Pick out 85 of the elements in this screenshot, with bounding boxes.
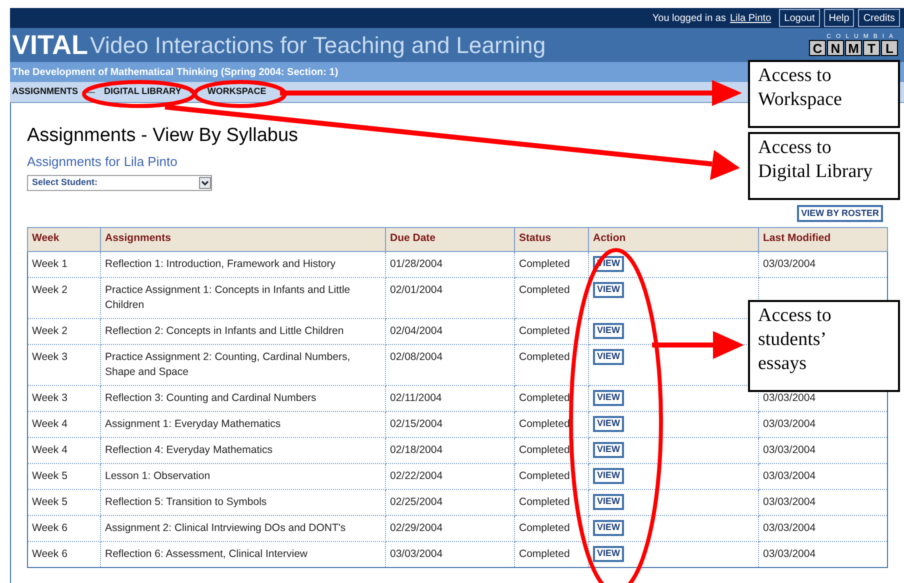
table-cell: Completed: [514, 437, 588, 463]
callout-text: Access to: [758, 64, 832, 88]
student-select[interactable]: Select Student:: [27, 174, 212, 190]
table-cell: Week 3: [28, 344, 100, 385]
view-button[interactable]: VIEW: [593, 348, 624, 364]
table-cell: 03/03/2004: [763, 548, 816, 560]
view-button[interactable]: VIEW: [593, 442, 624, 458]
table-cell: 03/03/2004: [763, 258, 816, 270]
view-button[interactable]: VIEW: [593, 322, 624, 338]
view-by-roster-button[interactable]: VIEW BY ROSTER: [797, 204, 883, 222]
view-button[interactable]: VIEW: [593, 468, 624, 484]
top-bar-button[interactable]: Help: [824, 9, 854, 27]
table-cell: Week 6: [28, 515, 100, 541]
table-cell: 02/11/2004: [386, 385, 514, 411]
table-cell: Week 1: [28, 251, 100, 277]
view-button[interactable]: VIEW: [593, 494, 624, 510]
table-cell: 03/03/2004: [763, 470, 816, 482]
view-button[interactable]: VIEW: [593, 282, 624, 298]
table-cell: Completed: [514, 463, 588, 489]
table-cell: Reflection 1: Introduction, Framework and History: [100, 251, 386, 277]
table-cell: Week 2: [28, 318, 100, 344]
table-cell: Practice Assignment 1: Concepts in Infants and Little Children: [100, 277, 386, 318]
table-cell: Lesson 1: Observation: [100, 463, 386, 489]
table-cell: Completed: [514, 385, 588, 411]
nav-link[interactable]: WORKSPACE: [207, 85, 266, 99]
table-cell: 03/03/2004: [763, 496, 816, 508]
table-cell: Completed: [514, 489, 588, 515]
table-cell: Week 5: [28, 489, 100, 515]
table-cell: Reflection 4: Everyday Mathematics: [100, 437, 386, 463]
table-cell: Week 4: [28, 437, 100, 463]
page-title: Assignments - View By Syllabus: [27, 124, 298, 148]
table-cell: 02/04/2004: [386, 318, 514, 344]
table-cell: Practice Assignment 2: Counting, Cardinal Numbers, Shape and Space: [100, 344, 386, 385]
table-cell: 03/03/2004: [763, 444, 816, 456]
table-cell: 02/22/2004: [386, 463, 514, 489]
table-cell: 01/28/2004: [386, 251, 514, 277]
nav-link[interactable]: ASSIGNMENTS: [12, 85, 78, 99]
table-cell: 02/01/2004: [386, 277, 514, 318]
table-cell: 02/08/2004: [386, 344, 514, 385]
column-header: Action: [588, 227, 758, 251]
table-cell: 03/03/2004: [763, 418, 816, 430]
view-button[interactable]: VIEW: [593, 390, 624, 406]
table-cell: Completed: [514, 318, 588, 344]
table-cell: Week 2: [28, 277, 100, 318]
column-header: Assignments: [100, 227, 386, 251]
table-cell: 03/03/2004: [763, 392, 816, 404]
column-header: Week: [28, 227, 100, 251]
callout-text: Digital Library: [758, 160, 872, 184]
table-cell: Completed: [514, 251, 588, 277]
user-link[interactable]: Lila Pinto: [730, 10, 772, 26]
tagline: Video Interactions for Teaching and Learning: [90, 34, 546, 56]
table-cell: Assignment 2: Clinical Intrviewing DOs and DONT's: [100, 515, 386, 541]
table-cell: Week 3: [28, 385, 100, 411]
column-header: Due Date: [386, 227, 514, 251]
callout-text: students’: [758, 328, 827, 352]
view-button[interactable]: VIEW: [593, 416, 624, 432]
table-cell: Assignment 1: Everyday Mathematics: [100, 411, 386, 437]
table-cell: Reflection 2: Concepts in Infants and Little Children: [100, 318, 386, 344]
brand-name: VITAL: [12, 32, 88, 58]
table-cell: Week 5: [28, 463, 100, 489]
nav-link[interactable]: DIGITAL LIBRARY: [104, 85, 182, 99]
table-cell: 02/18/2004: [386, 437, 514, 463]
table-cell: 02/25/2004: [386, 489, 514, 515]
table-cell: Week 4: [28, 411, 100, 437]
view-button[interactable]: VIEW: [593, 546, 624, 562]
top-bar-button[interactable]: Credits: [858, 9, 900, 27]
view-button[interactable]: VIEW: [593, 520, 624, 536]
table-cell: Completed: [514, 277, 588, 318]
table-cell: Completed: [514, 515, 588, 541]
table-cell: 02/15/2004: [386, 411, 514, 437]
table-cell: Reflection 5: Transition to Symbols: [100, 489, 386, 515]
top-bar-button[interactable]: Logout: [779, 9, 820, 27]
callout-text: Workspace: [758, 88, 842, 112]
table-cell: 02/29/2004: [386, 515, 514, 541]
login-text: You logged in as: [652, 12, 726, 26]
column-header: Status: [514, 227, 588, 251]
subtitle: Assignments for Lila Pinto: [27, 153, 178, 171]
callout-text: Access to: [758, 136, 832, 160]
course-title: The Development of Mathematical Thinking (Spring 2004: Section: 1): [12, 66, 338, 80]
column-header: Last Modified: [758, 227, 888, 251]
table-cell: Completed: [514, 344, 588, 385]
callout-text: Access to: [758, 304, 832, 328]
table-cell: Reflection 3: Counting and Cardinal Numbers: [100, 385, 386, 411]
table-cell: 03/03/2004: [763, 522, 816, 534]
callout-text: essays: [758, 352, 807, 376]
